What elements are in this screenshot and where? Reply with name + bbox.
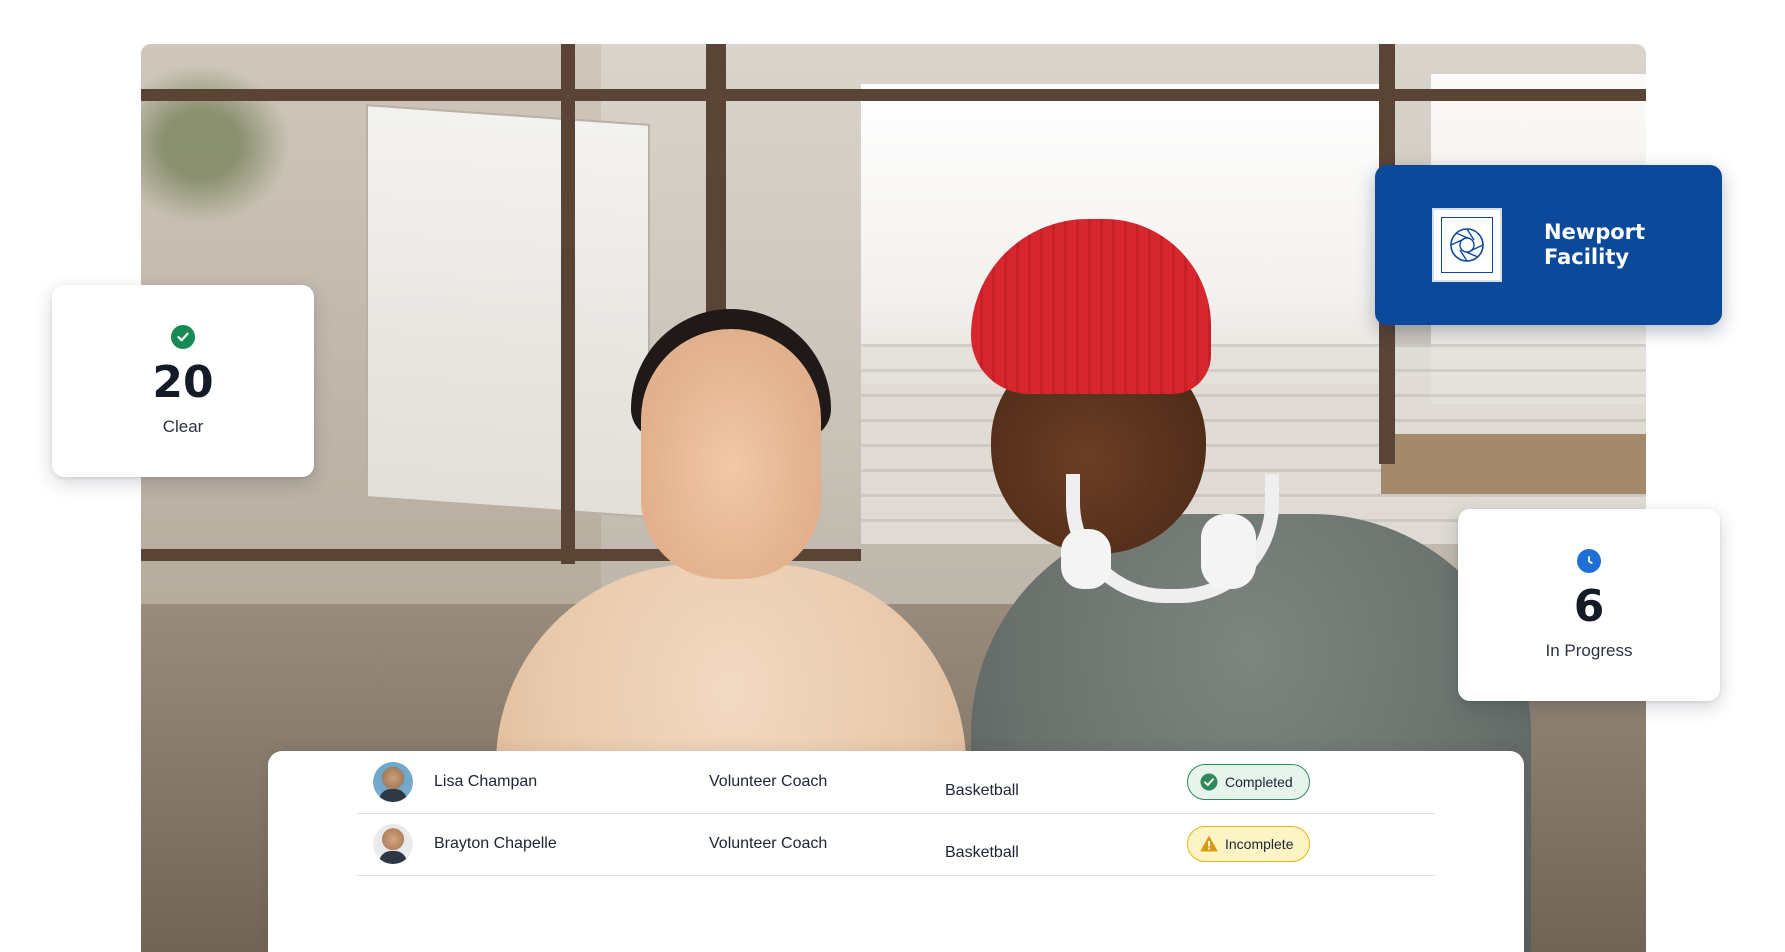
person-role: Volunteer Coach — [709, 773, 828, 790]
clock-icon — [1577, 549, 1601, 573]
person-sport: Basketball — [945, 844, 1019, 861]
person-sport: Basketball — [945, 782, 1019, 799]
table-row[interactable]: Lisa Champan Volunteer Coach Basketball … — [357, 751, 1435, 814]
check-circle-icon — [171, 325, 195, 349]
headphone-cup — [1201, 514, 1256, 589]
in-progress-stat-card: 6 In Progress — [1458, 509, 1720, 701]
status-label: Incomplete — [1225, 836, 1294, 852]
person-role: Volunteer Coach — [709, 835, 828, 852]
in-progress-count: 6 — [1573, 581, 1605, 632]
plant — [141, 64, 291, 224]
check-circle-icon — [1200, 773, 1218, 791]
clear-stat-card: 20 Clear — [52, 285, 314, 477]
headphone-cup — [1061, 529, 1111, 589]
avatar — [373, 824, 413, 864]
camera-aperture-icon — [1450, 228, 1484, 262]
status-badge: Incomplete — [1187, 826, 1311, 862]
avatar — [373, 762, 413, 802]
person-name: Lisa Champan — [434, 773, 538, 790]
desk — [1381, 434, 1646, 494]
window-frame — [141, 89, 1646, 101]
facility-card: Newport Facility — [1375, 165, 1722, 325]
window-frame — [561, 44, 575, 564]
clear-label: Clear — [162, 417, 204, 436]
table-row[interactable]: Brayton Chapelle Volunteer Coach Basketb… — [357, 813, 1435, 876]
screening-table: Lisa Champan Volunteer Coach Basketball … — [268, 751, 1524, 952]
status-badge: Completed — [1187, 764, 1310, 800]
warning-triangle-icon — [1200, 835, 1218, 853]
clear-count: 20 — [152, 357, 214, 408]
facility-name: Newport Facility — [1544, 219, 1646, 269]
facility-logo — [1432, 208, 1502, 282]
person-left-face — [641, 329, 821, 579]
in-progress-label: In Progress — [1545, 641, 1633, 660]
person-name: Brayton Chapelle — [434, 835, 557, 852]
status-label: Completed — [1225, 774, 1293, 790]
whiteboard — [366, 104, 650, 518]
